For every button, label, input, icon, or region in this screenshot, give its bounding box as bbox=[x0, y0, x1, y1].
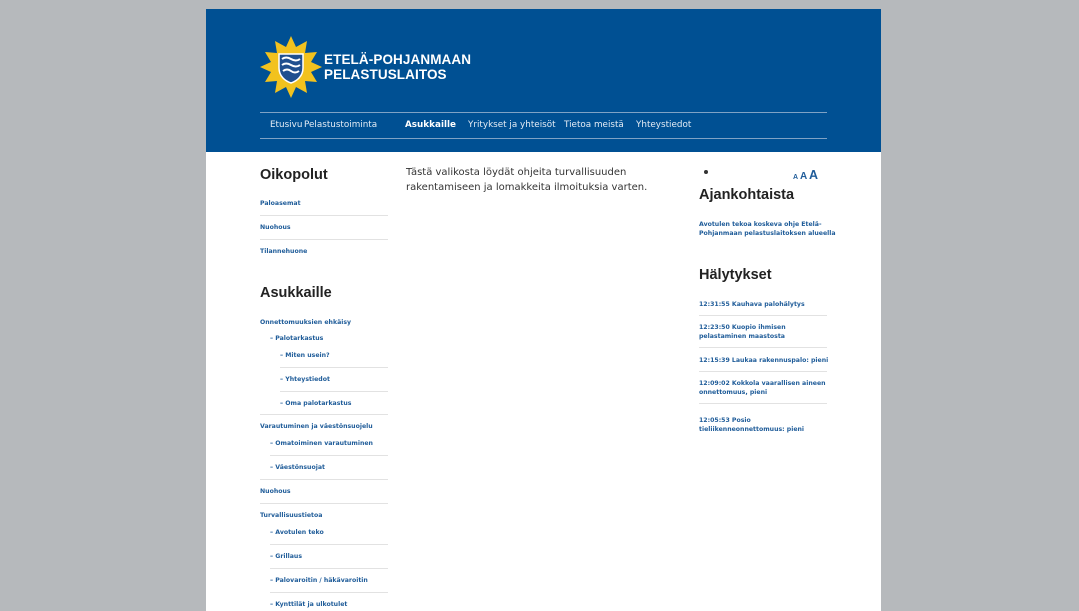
news-link[interactable]: Avotulen tekoa koskeva ohje Etelä-Pohjan… bbox=[699, 220, 839, 238]
menu-link-miten-usein[interactable]: – Miten usein? bbox=[280, 351, 330, 360]
divider bbox=[280, 367, 388, 368]
menu-link-palovaroitin[interactable]: – Palovaroitin / häkävaroitin bbox=[270, 576, 368, 585]
nav-item-yhteystiedot[interactable]: Yhteystiedot bbox=[636, 120, 691, 130]
ajankohtaista-heading: Ajankohtaista bbox=[699, 187, 795, 203]
font-size-medium-button[interactable]: A bbox=[800, 171, 807, 182]
divider bbox=[260, 215, 388, 216]
oikopolut-link-nuohous[interactable]: Nuohous bbox=[260, 223, 291, 232]
divider bbox=[260, 503, 388, 504]
divider bbox=[260, 479, 388, 480]
font-size-small-button[interactable]: A bbox=[793, 174, 798, 181]
font-size-large-button[interactable]: A bbox=[809, 168, 818, 182]
logo-line-1: ETELÄ-POHJANMAAN bbox=[324, 52, 472, 67]
divider bbox=[260, 239, 388, 240]
divider bbox=[260, 414, 388, 415]
nav-item-etusivu[interactable]: Etusivu bbox=[270, 120, 302, 130]
divider bbox=[270, 455, 388, 456]
alarm-link[interactable]: 12:23:50 Kuopio ihmisen pelastaminen maa… bbox=[699, 323, 834, 341]
site-header: ETELÄ-POHJANMAAN PELASTUSLAITOS Etusivu … bbox=[206, 9, 881, 152]
bullet bbox=[704, 170, 708, 174]
divider bbox=[699, 315, 827, 316]
menu-link-varautuminen[interactable]: Varautuminen ja väestönsuojelu bbox=[260, 422, 373, 431]
divider bbox=[270, 568, 388, 569]
menu-link-avotulen-teko[interactable]: – Avotulen teko bbox=[270, 528, 324, 537]
menu-link-kynttilat[interactable]: – Kynttilät ja ulkotulet bbox=[270, 600, 347, 609]
divider bbox=[699, 347, 827, 348]
asukkaille-heading: Asukkaille bbox=[260, 285, 332, 301]
nav-item-yritykset[interactable]: Yritykset ja yhteisöt bbox=[468, 120, 556, 130]
logo-line-2: PELASTUSLAITOS bbox=[324, 67, 447, 82]
alarm-link[interactable]: 12:15:39 Laukaa rakennuspalo: pieni bbox=[699, 356, 834, 365]
menu-link-onnettomuuksien-ehkaisy[interactable]: Onnettomuuksien ehkäisy bbox=[260, 318, 351, 327]
menu-link-grillaus[interactable]: – Grillaus bbox=[270, 552, 302, 561]
divider bbox=[270, 544, 388, 545]
menu-link-yhteystiedot[interactable]: – Yhteystiedot bbox=[280, 375, 330, 384]
page: ETELÄ-POHJANMAAN PELASTUSLAITOS Etusivu … bbox=[206, 9, 881, 611]
nav-item-pelastustoiminta[interactable]: Pelastustoiminta bbox=[304, 120, 377, 130]
alarm-link[interactable]: 12:31:55 Kauhava palohälytys bbox=[699, 300, 834, 309]
menu-link-omatoiminen-varautuminen[interactable]: – Omatoiminen varautuminen bbox=[270, 439, 373, 448]
nav-item-asukkaille[interactable]: Asukkaille bbox=[405, 120, 456, 130]
nav-item-tietoa-meista[interactable]: Tietoa meistä bbox=[564, 120, 624, 130]
alarm-link[interactable]: 12:05:53 Posio tieliikenneonnettomuus: p… bbox=[699, 416, 834, 434]
divider bbox=[699, 371, 827, 372]
divider bbox=[280, 391, 388, 392]
menu-link-turvallisuustietoa[interactable]: Turvallisuustietoa bbox=[260, 511, 322, 520]
intro-text: Tästä valikosta löydät ohjeita turvallis… bbox=[406, 167, 648, 193]
oikopolut-link-paloasemat[interactable]: Paloasemat bbox=[260, 199, 301, 208]
halytykset-heading: Hälytykset bbox=[699, 267, 772, 283]
menu-link-vaestonsuojat[interactable]: – Väestönsuojat bbox=[270, 463, 325, 472]
menu-link-oma-palotarkastus[interactable]: – Oma palotarkastus bbox=[280, 399, 351, 408]
menu-link-nuohous[interactable]: Nuohous bbox=[260, 487, 291, 496]
site-logo-text[interactable]: ETELÄ-POHJANMAAN PELASTUSLAITOS bbox=[324, 52, 471, 82]
divider bbox=[270, 592, 388, 593]
menu-link-palotarkastus[interactable]: – Palotarkastus bbox=[270, 334, 323, 343]
alarm-link[interactable]: 12:09:02 Kokkola vaarallisen aineen onne… bbox=[699, 379, 834, 397]
coat-of-arms-icon[interactable] bbox=[258, 34, 324, 100]
divider bbox=[699, 403, 827, 404]
oikopolut-heading: Oikopolut bbox=[260, 167, 328, 183]
main-navigation: Etusivu Pelastustoiminta Asukkaille Yrit… bbox=[260, 112, 827, 139]
oikopolut-link-tilannehuone[interactable]: Tilannehuone bbox=[260, 247, 307, 256]
